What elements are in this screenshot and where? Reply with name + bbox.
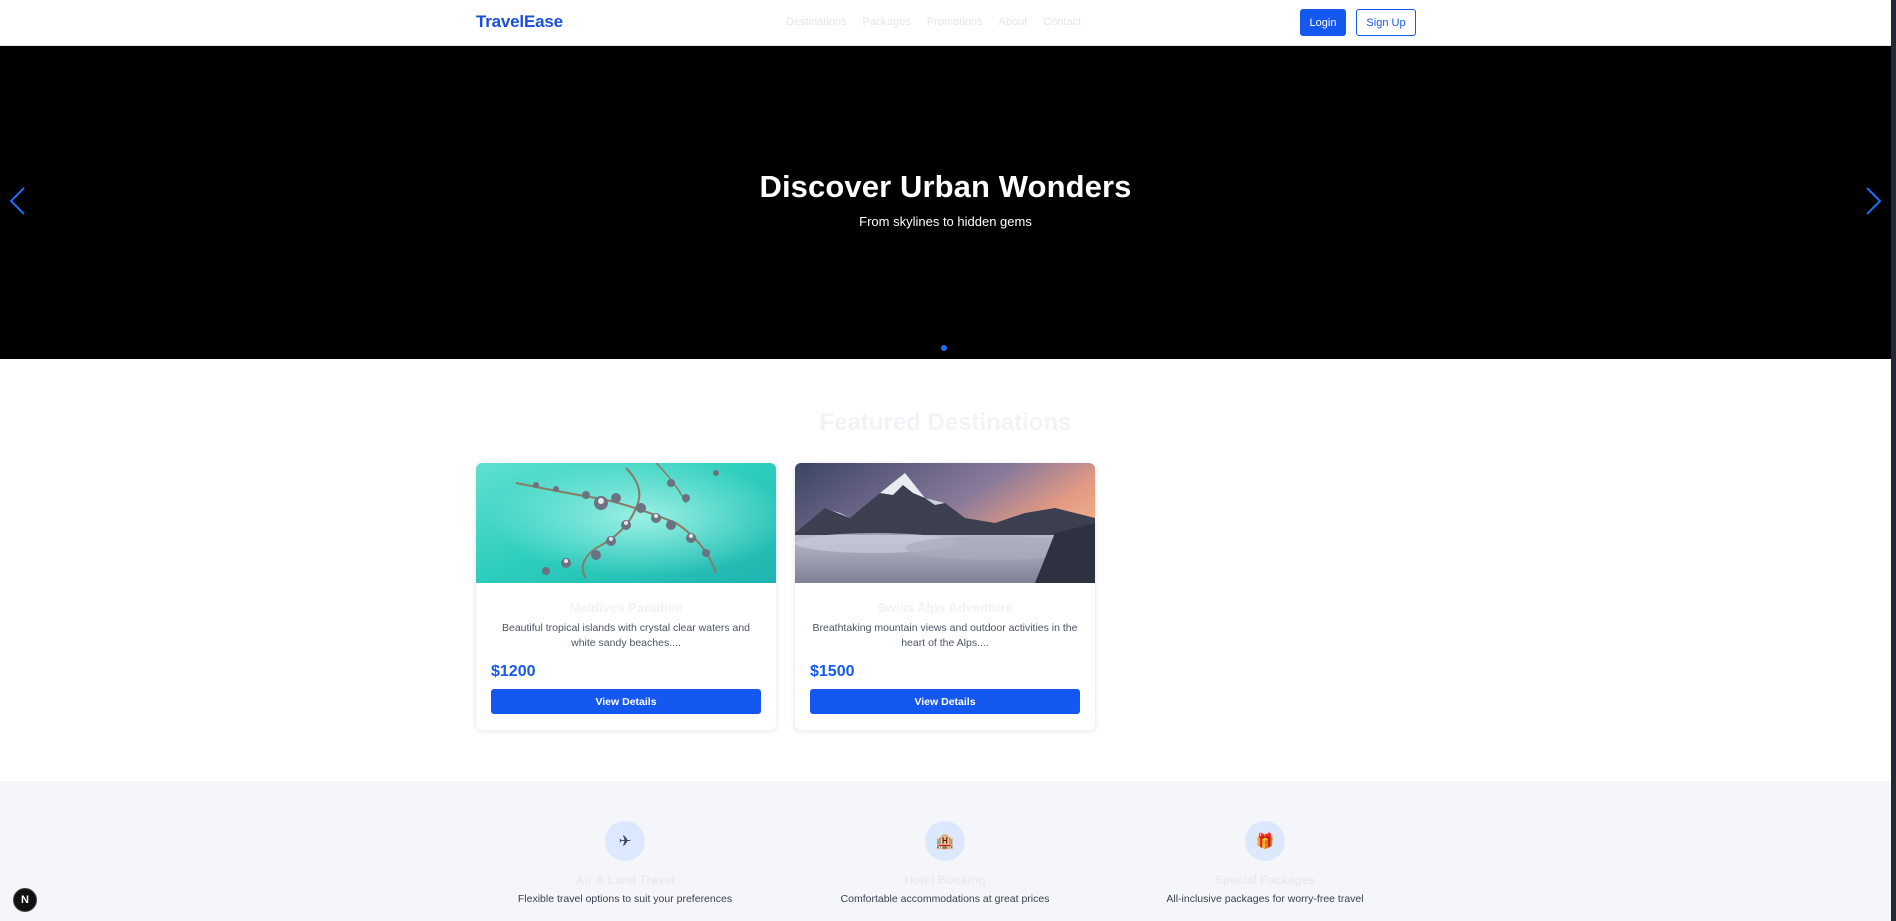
feature-description: Comfortable accommodations at great pric…	[840, 893, 1050, 905]
nav-promotions[interactable]: Promotions	[927, 16, 983, 28]
signup-button[interactable]: Sign Up	[1356, 9, 1416, 36]
hero-carousel: Discover Urban Wonders From skylines to …	[0, 46, 1891, 359]
features-section: ✈ Air & Land Travel Flexible travel opti…	[0, 781, 1891, 921]
plane-icon: ✈	[605, 821, 645, 861]
main-nav: Destinations Packages Promotions About C…	[786, 16, 1097, 28]
destination-card: Swiss Alps Adventure Breathtaking mounta…	[795, 463, 1095, 730]
carousel-next-button[interactable]	[1863, 186, 1883, 216]
feature-item: 🏨 Hotel Booking Comfortable accommodatio…	[805, 821, 1085, 905]
destination-card: Maldives Paradise Beautiful tropical isl…	[476, 463, 776, 730]
login-button[interactable]: Login	[1300, 9, 1346, 36]
window-edge	[1891, 0, 1896, 921]
card-title: Swiss Alps Adventure	[877, 600, 1013, 615]
card-price: $1500	[810, 663, 855, 680]
card-price: $1200	[491, 663, 536, 680]
gift-icon: 🎁	[1245, 821, 1285, 861]
hero-title: Discover Urban Wonders	[759, 169, 1132, 204]
feature-item: 🎁 Special Packages All-inclusive package…	[1125, 821, 1405, 905]
devtools-badge[interactable]: N	[13, 888, 37, 912]
swiss-alps-image	[795, 463, 1095, 583]
page: TravelEase Destinations Packages Promoti…	[0, 0, 1891, 921]
card-title: Maldives Paradise	[569, 600, 683, 615]
featured-title: Featured Destinations	[819, 409, 1072, 436]
nav-destinations[interactable]: Destinations	[786, 16, 847, 28]
view-details-button[interactable]: View Details	[491, 689, 761, 714]
feature-title: Air & Land Travel	[575, 873, 675, 887]
hotel-icon: 🏨	[925, 821, 965, 861]
feature-description: Flexible travel options to suit your pre…	[517, 893, 733, 905]
view-details-button[interactable]: View Details	[810, 689, 1080, 714]
carousel-dot-active[interactable]	[941, 345, 947, 351]
nav-contact[interactable]: Contact	[1043, 16, 1081, 28]
maldives-image	[476, 463, 776, 583]
chevron-right-icon	[1866, 187, 1882, 215]
card-description: Beautiful tropical islands with crystal …	[501, 622, 751, 649]
hero-subtitle: From skylines to hidden gems	[859, 214, 1032, 229]
feature-title: Hotel Booking	[904, 873, 986, 887]
site-logo[interactable]: TravelEase	[476, 12, 563, 32]
site-header: TravelEase Destinations Packages Promoti…	[0, 0, 1891, 46]
nav-packages[interactable]: Packages	[863, 16, 911, 28]
card-description: Breathtaking mountain views and outdoor …	[812, 622, 1078, 649]
feature-item: ✈ Air & Land Travel Flexible travel opti…	[485, 821, 765, 905]
feature-description: All-inclusive packages for worry-free tr…	[1166, 893, 1364, 905]
feature-title: Special Packages	[1214, 873, 1316, 887]
nav-about[interactable]: About	[999, 16, 1028, 28]
